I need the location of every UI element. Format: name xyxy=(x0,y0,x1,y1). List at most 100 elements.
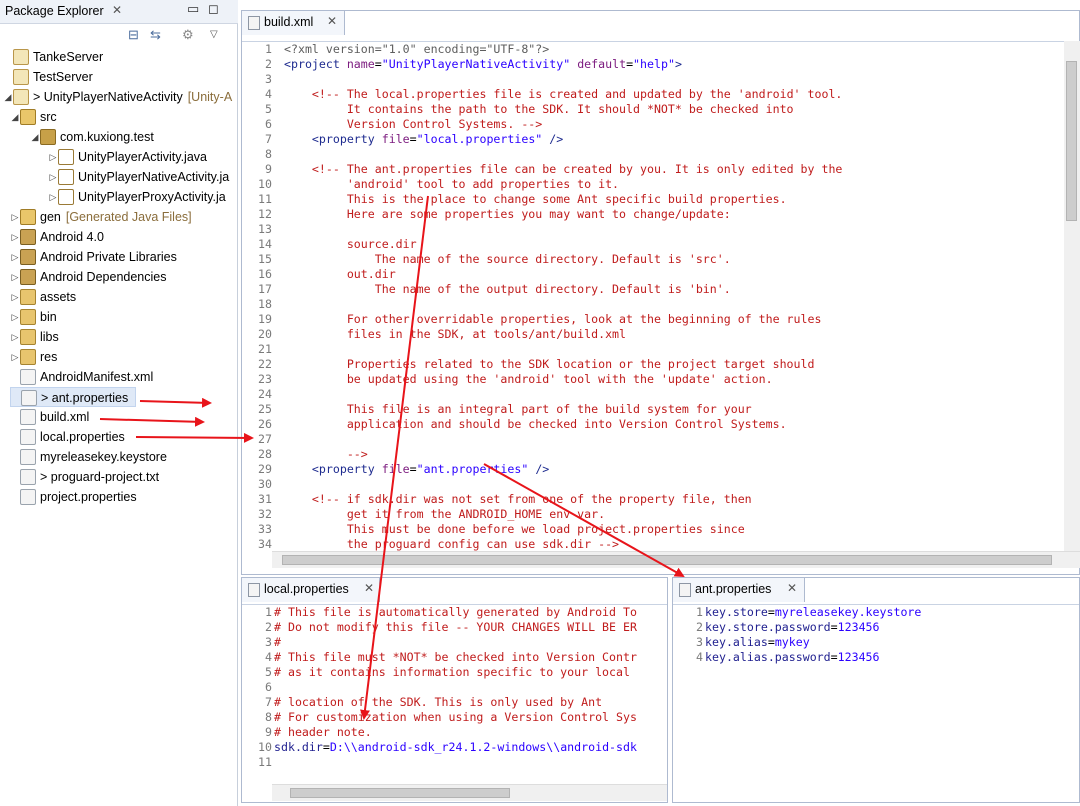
code-line[interactable]: # header note. xyxy=(274,725,372,739)
code-line[interactable]: source.dir xyxy=(284,237,417,251)
tree-item[interactable]: ▷ libs xyxy=(10,327,59,347)
code-line[interactable]: <!-- if sdk.dir was not set from one of … xyxy=(284,492,752,506)
code-line[interactable]: # Do not modify this file -- YOUR CHANGE… xyxy=(274,620,637,634)
code-line[interactable]: This file is an integral part of the bui… xyxy=(284,402,752,416)
close-icon[interactable]: ✕ xyxy=(112,3,122,17)
tree-item[interactable]: ▷ UnityPlayerProxyActivity.ja xyxy=(48,187,226,207)
code-line[interactable]: The name of the source directory. Defaul… xyxy=(284,252,731,266)
tree-item[interactable]: > ant.properties xyxy=(10,387,136,407)
code-line[interactable]: key.store=myreleasekey.keystore xyxy=(705,605,921,619)
tree-item[interactable]: > proguard-project.txt xyxy=(10,467,159,487)
code-line[interactable]: It contains the path to the SDK. It shou… xyxy=(284,102,794,116)
tree-item[interactable]: ◢ > UnityPlayerNativeActivity [Unity-A xyxy=(3,87,232,107)
code-line[interactable]: files in the SDK, at tools/ant/build.xml xyxy=(284,327,626,341)
code-line[interactable]: get it from the ANDROID_HOME env var. xyxy=(284,507,605,521)
tree-item[interactable]: local.properties xyxy=(10,427,125,447)
view-filter-icon[interactable]: ⚙ xyxy=(182,27,194,43)
collapsed-toggle-icon[interactable]: ▷ xyxy=(48,147,58,167)
close-icon[interactable]: ✕ xyxy=(787,581,797,595)
close-icon[interactable]: ✕ xyxy=(327,14,337,28)
code-line[interactable]: # For customization when using a Version… xyxy=(274,710,637,724)
minimize-icon[interactable]: ▭ xyxy=(187,1,199,17)
expanded-toggle-icon[interactable]: ◢ xyxy=(3,87,13,107)
tree-item[interactable]: ▷ UnityPlayerNativeActivity.ja xyxy=(48,167,229,187)
collapsed-toggle-icon[interactable]: ▷ xyxy=(10,347,20,367)
code-line[interactable]: application and should be checked into V… xyxy=(284,417,787,431)
code-line[interactable]: This must be done before we load project… xyxy=(284,522,745,536)
tree-item[interactable]: ▷ Android Private Libraries xyxy=(10,247,177,267)
code-line[interactable]: # xyxy=(274,635,281,649)
tree-item[interactable]: TestServer xyxy=(3,67,93,87)
code-line[interactable]: Here are some properties you may want to… xyxy=(284,207,731,221)
collapsed-toggle-icon[interactable]: ▷ xyxy=(48,167,58,187)
tree-item[interactable]: build.xml xyxy=(10,407,89,427)
build-xml-editor[interactable]: build.xml ✕ 1 <?xml version="1.0" encodin… xyxy=(241,10,1080,575)
code-line[interactable]: key.alias=mykey xyxy=(705,635,810,649)
code-line[interactable]: out.dir xyxy=(284,267,396,281)
expanded-toggle-icon[interactable]: ◢ xyxy=(10,107,20,127)
collapsed-toggle-icon[interactable]: ▷ xyxy=(10,227,20,247)
code-line[interactable]: # as it contains information specific to… xyxy=(274,665,630,679)
tree-item[interactable]: ▷ res xyxy=(10,347,57,367)
scroll-thumb[interactable] xyxy=(1066,61,1077,221)
tab-local-properties[interactable]: local.properties ✕ xyxy=(242,578,380,602)
code-line[interactable]: <!-- The local.properties file is create… xyxy=(284,87,842,101)
code-line[interactable]: key.alias.password=123456 xyxy=(705,650,880,664)
maximize-icon[interactable]: ◻ xyxy=(208,1,219,17)
tree-item[interactable]: ▷ gen [Generated Java Files] xyxy=(10,207,192,227)
collapsed-toggle-icon[interactable]: ▷ xyxy=(10,307,20,327)
collapsed-toggle-icon[interactable]: ▷ xyxy=(10,327,20,347)
scroll-thumb[interactable] xyxy=(290,788,510,798)
tree-item[interactable]: ◢ com.kuxiong.test xyxy=(30,127,154,147)
build-xml-code[interactable]: 1 <?xml version="1.0" encoding="UTF-8"?> 2… xyxy=(242,41,1064,551)
code-line[interactable]: the proguard config can use sdk.dir --> xyxy=(284,537,619,551)
code-line[interactable]: # This file is automatically generated b… xyxy=(274,605,637,619)
code-line[interactable]: <!-- The ant.properties file can be crea… xyxy=(284,162,842,176)
code-line[interactable]: Properties related to the SDK location o… xyxy=(284,357,815,371)
ant-properties-editor[interactable]: ant.properties ✕ 1 key.store=myreleasekey… xyxy=(672,577,1080,803)
collapsed-toggle-icon[interactable]: ▷ xyxy=(10,287,20,307)
tree-item[interactable]: ▷ Android Dependencies xyxy=(10,267,166,287)
collapsed-toggle-icon[interactable]: ▷ xyxy=(10,267,20,287)
tab-build-xml[interactable]: build.xml ✕ xyxy=(242,11,345,35)
code-line[interactable]: key.store.password=123456 xyxy=(705,620,880,634)
code-line[interactable]: The name of the output directory. Defaul… xyxy=(284,282,731,296)
tree-item[interactable]: ▷ assets xyxy=(10,287,76,307)
code-line[interactable]: 'android' tool to add properties to it. xyxy=(284,177,619,191)
code-line[interactable]: <property file="local.properties" /> xyxy=(284,132,563,146)
code-line[interactable]: --> xyxy=(284,447,368,461)
vertical-scrollbar[interactable] xyxy=(1064,41,1080,551)
tree-item[interactable]: AndroidManifest.xml xyxy=(10,367,153,387)
local-properties-editor[interactable]: local.properties ✕ 1 # This file is autom… xyxy=(241,577,668,803)
code-line[interactable]: # This file must *NOT* be checked into V… xyxy=(274,650,637,664)
horizontal-scrollbar[interactable] xyxy=(272,551,1080,568)
code-line[interactable]: For other overridable properties, look a… xyxy=(284,312,822,326)
tree-item[interactable]: project.properties xyxy=(10,487,137,507)
local-properties-code[interactable]: 1 # This file is automatically generated … xyxy=(242,604,667,784)
code-line[interactable]: <?xml version="1.0" encoding="UTF-8"?> xyxy=(284,42,549,56)
expanded-toggle-icon[interactable]: ◢ xyxy=(30,127,40,147)
tree-item[interactable]: ▷ bin xyxy=(10,307,57,327)
collapsed-toggle-icon[interactable]: ▷ xyxy=(10,207,20,227)
tree-item[interactable]: ▷ UnityPlayerActivity.java xyxy=(48,147,207,167)
code-line[interactable]: be updated using the 'android' tool with… xyxy=(284,372,773,386)
code-line[interactable]: sdk.dir=D:\\android-sdk_r24.1.2-windows\… xyxy=(274,740,637,754)
package-explorer-tab[interactable]: Package Explorer ✕ ▭ ◻ xyxy=(0,0,238,24)
code-line[interactable]: # location of the SDK. This is only used… xyxy=(274,695,602,709)
horizontal-scrollbar[interactable] xyxy=(272,784,667,801)
collapsed-toggle-icon[interactable]: ▷ xyxy=(48,187,58,207)
code-line[interactable]: <project name="UnityPlayerNativeActivity… xyxy=(284,57,682,71)
ant-properties-code[interactable]: 1 key.store=myreleasekey.keystore 2 key.sto… xyxy=(673,604,1079,802)
link-with-editor-icon[interactable]: ⇆ xyxy=(150,27,161,43)
collapsed-toggle-icon[interactable]: ▷ xyxy=(10,247,20,267)
tree-item[interactable]: myreleasekey.keystore xyxy=(10,447,167,467)
tab-ant-properties[interactable]: ant.properties ✕ xyxy=(673,578,805,602)
collapse-all-icon[interactable]: ⊟ xyxy=(128,27,139,43)
close-icon[interactable]: ✕ xyxy=(364,581,374,595)
scroll-thumb[interactable] xyxy=(282,555,1052,565)
code-line[interactable]: Version Control Systems. --> xyxy=(284,117,542,131)
view-menu-icon[interactable]: ▽ xyxy=(210,29,218,40)
code-line[interactable]: This is the place to change some Ant spe… xyxy=(284,192,787,206)
tree-item[interactable]: ◢ src xyxy=(10,107,57,127)
tree-item[interactable]: ▷ Android 4.0 xyxy=(10,227,104,247)
